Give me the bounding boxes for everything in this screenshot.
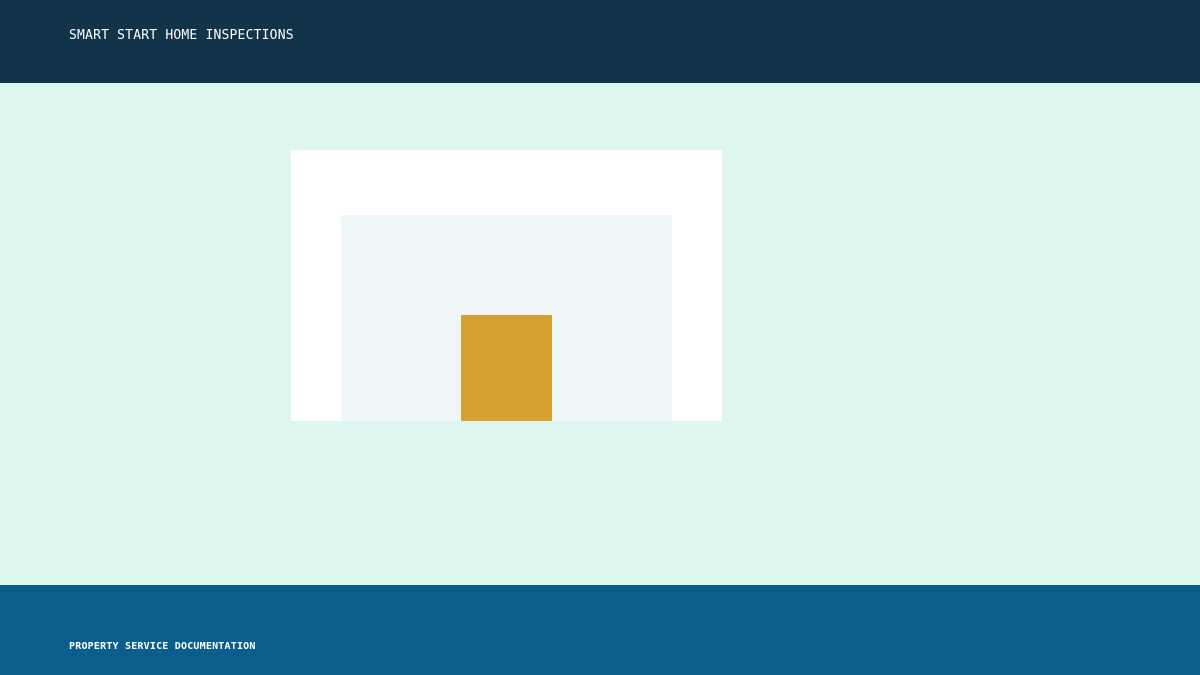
footer-label: PROPERTY SERVICE DOCUMENTATION (69, 641, 256, 652)
house-door-icon (461, 315, 552, 421)
footer-bar: PROPERTY SERVICE DOCUMENTATION (0, 585, 1200, 675)
top-bar: SMART START HOME INSPECTIONS (0, 0, 1200, 83)
house-wall-graphic (341, 215, 672, 421)
brand-title: SMART START HOME INSPECTIONS (69, 28, 294, 43)
house-illustration-card (291, 150, 722, 421)
